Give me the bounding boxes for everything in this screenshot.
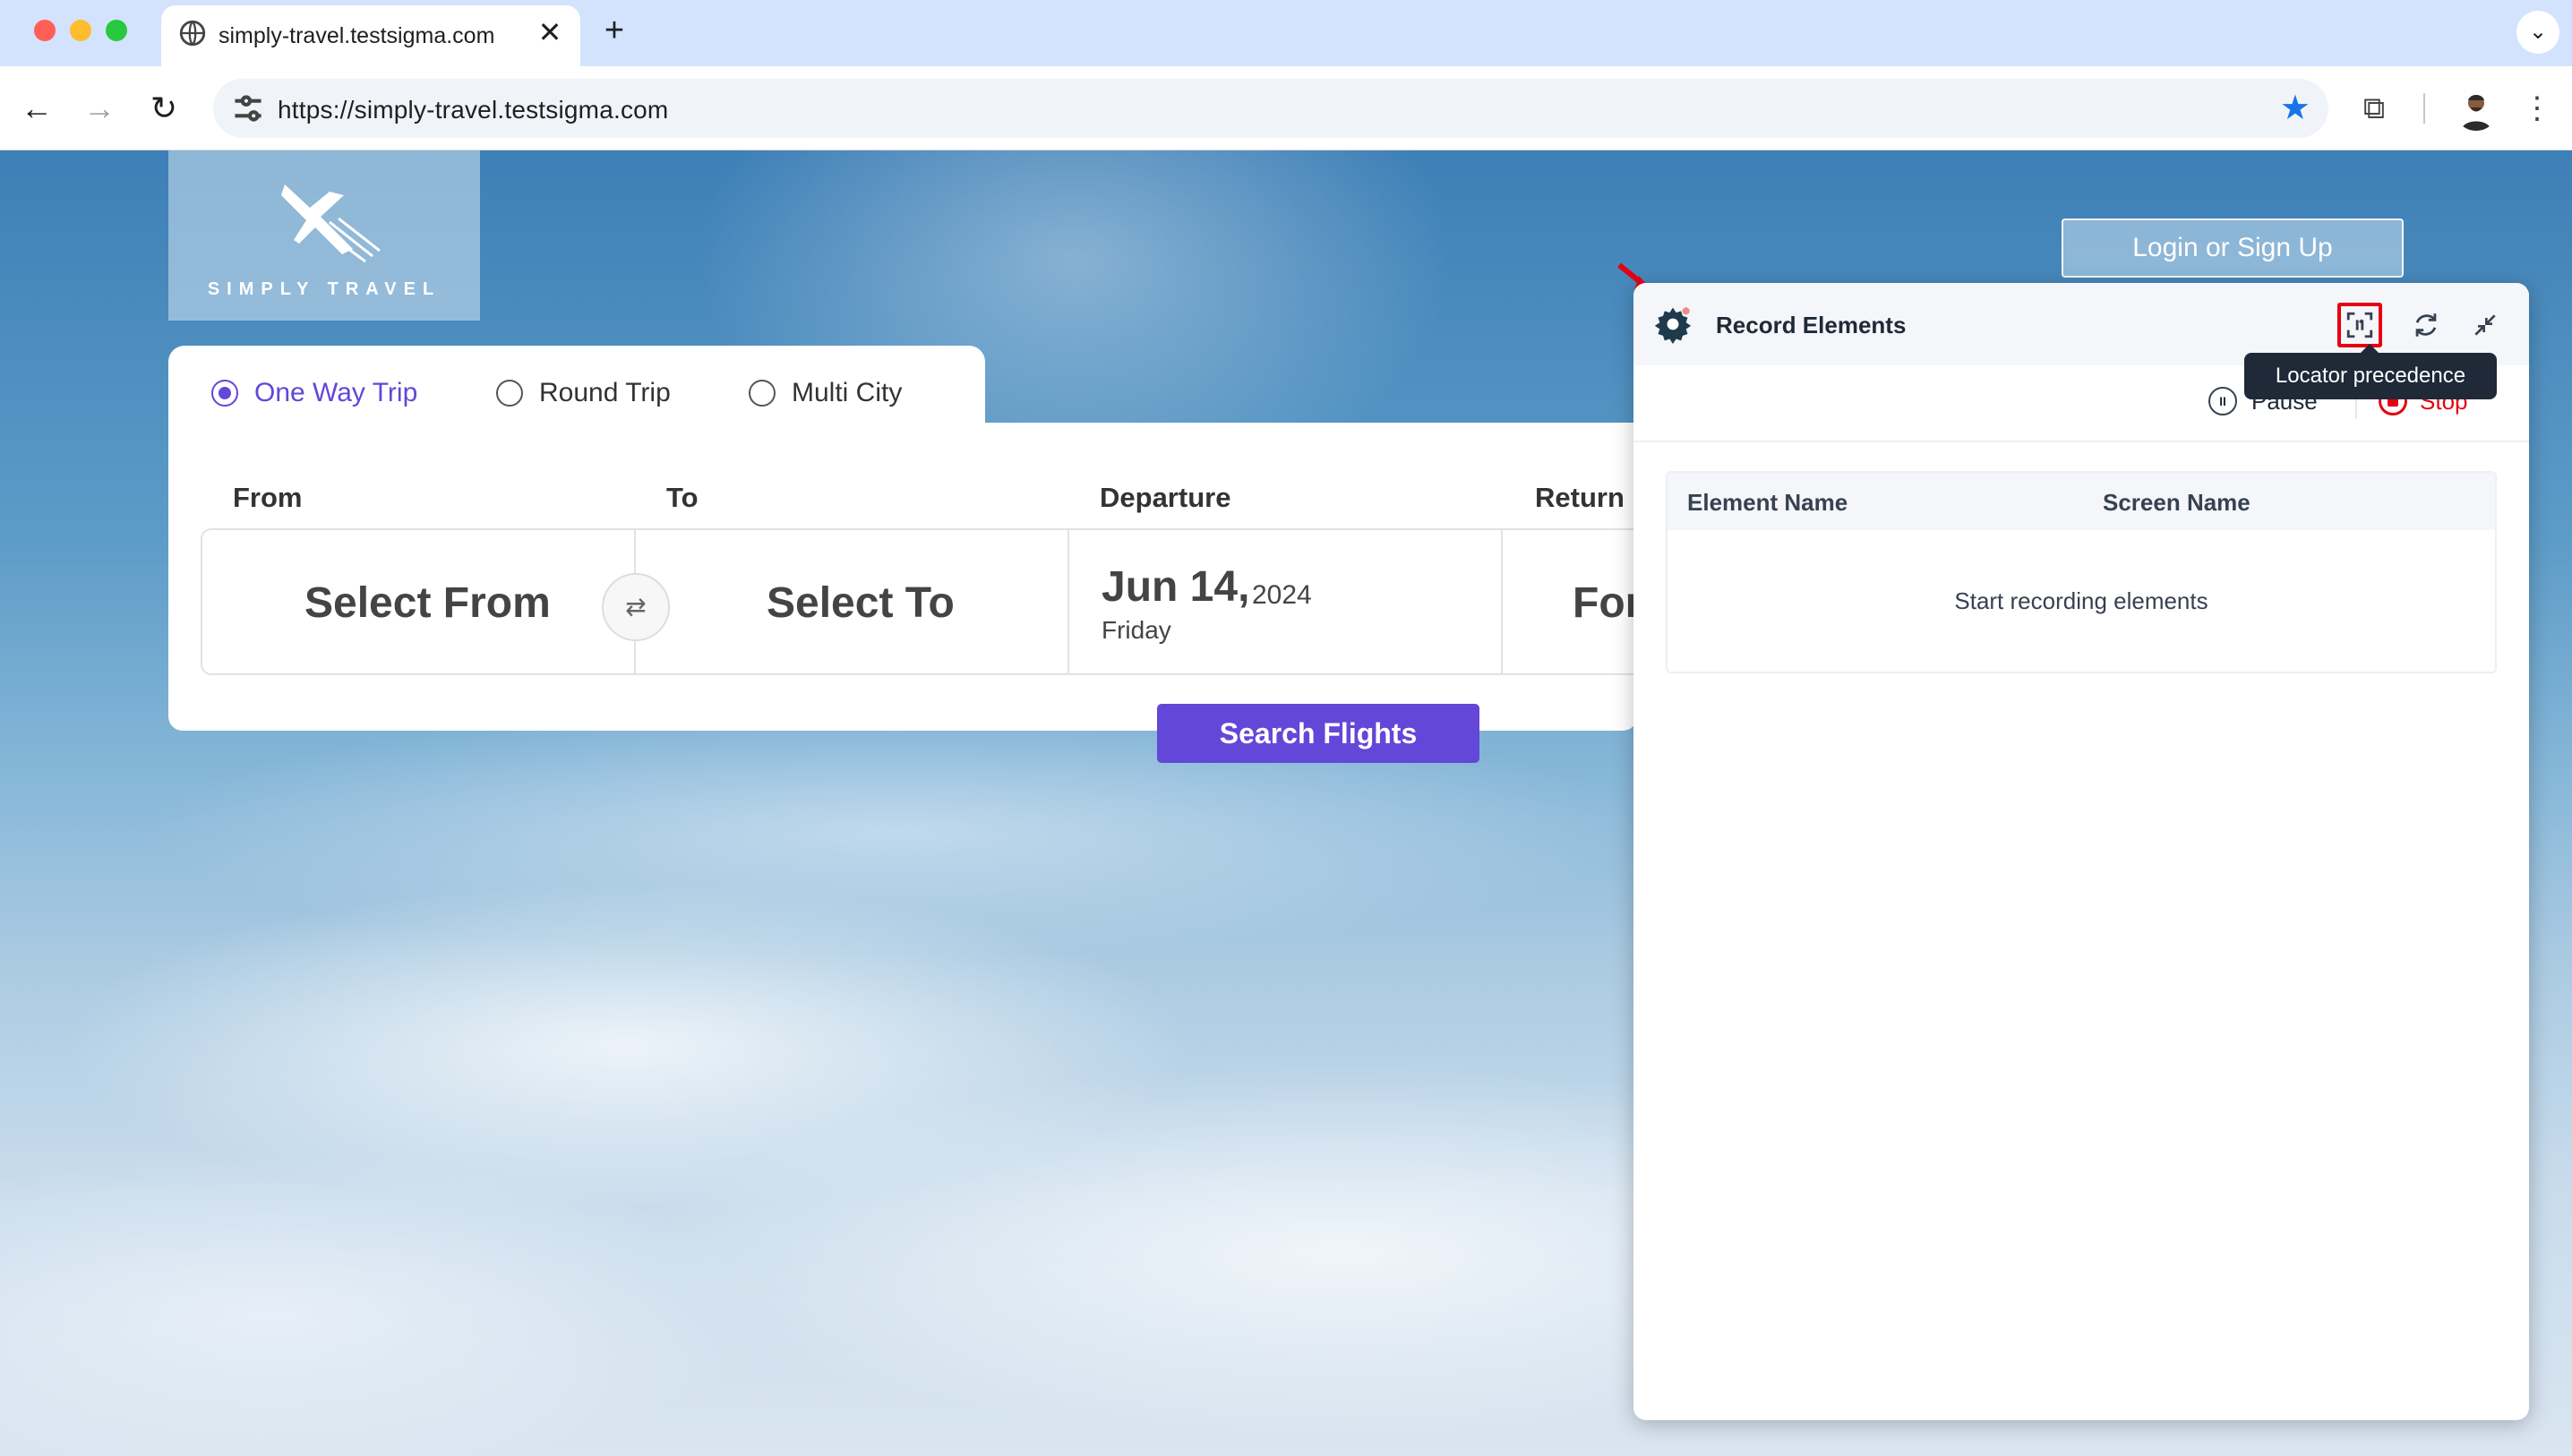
locator-icon [2346,312,2373,338]
search-flights-button[interactable]: Search Flights [1157,704,1479,763]
minimize-panel-button[interactable] [2463,303,2508,347]
maximize-window-button[interactable] [106,20,127,41]
departure-day: Friday [1102,616,1171,644]
to-value: Select To [767,579,955,627]
browser-window: simply-travel.testsigma.com ✕ + ⌄ ← → ↻ … [0,0,2572,1456]
radio-circle [496,380,523,407]
tab-search-button[interactable]: ⌄ [2516,11,2559,54]
radio-circle [211,380,238,407]
address-bar[interactable]: https://simply-travel.testsigma.com ★ [213,79,2328,138]
tab-strip: simply-travel.testsigma.com ✕ + ⌄ [0,0,2572,66]
departure-date: Jun 14, [1102,563,1250,611]
reload-button[interactable]: ↻ [141,86,186,131]
collapse-icon [2474,314,2496,336]
departure-label: Departure [1100,482,1231,513]
search-fields: Select From ⇄ Select To Jun 14, 2024 Fri… [201,528,1723,675]
airplane-icon [281,184,381,263]
brand-name: SIMPLY TRAVEL [207,279,442,299]
column-screen-name: Screen Name [2103,489,2250,516]
url-text[interactable]: https://simply-travel.testsigma.com [278,96,668,124]
empty-state-text: Start recording elements [1954,587,2208,614]
radio-label: One Way Trip [254,378,418,407]
return-label: Return [1535,482,1625,513]
forward-button[interactable]: → [77,86,122,131]
radio-label: Multi City [792,378,903,407]
gear-icon [1654,307,1692,344]
avatar[interactable] [2454,86,2499,131]
pause-icon: II [2208,387,2237,415]
from-value: Select From [304,579,551,627]
flight-search-card: From To Departure Return Select From ⇄ S… [168,423,1723,731]
panel-title: Record Elements [1716,312,1907,338]
toolbar-divider [2423,93,2425,124]
puzzle-icon[interactable]: ⧉ [2350,84,2398,133]
tab-title: simply-travel.testsigma.com [219,23,495,48]
login-signup-button[interactable]: Login or Sign Up [2062,218,2404,278]
browser-tab[interactable]: simply-travel.testsigma.com ✕ [161,5,580,66]
to-field[interactable]: Select To [636,530,1069,673]
radio-one-way-trip[interactable]: One Way Trip [211,378,417,408]
refresh-button[interactable] [2404,303,2448,347]
from-label: From [233,482,303,513]
table-header: Element Name Screen Name [1668,473,2495,530]
close-window-button[interactable] [34,20,56,41]
close-tab-icon[interactable]: ✕ [532,14,568,50]
kebab-menu-icon[interactable]: ⋮ [2513,84,2561,133]
minimize-window-button[interactable] [70,20,91,41]
site-logo[interactable]: SIMPLY TRAVEL [168,150,480,321]
radio-multi-city[interactable]: Multi City [749,378,902,408]
radio-round-trip[interactable]: Round Trip [496,378,671,408]
from-field[interactable]: Select From [202,530,636,673]
back-button[interactable]: ← [14,86,59,131]
departure-year: 2024 [1252,580,1312,610]
column-element-name: Element Name [1687,489,1848,516]
trip-type-selector: One Way Trip Round Trip Multi City [168,346,985,426]
locator-precedence-button[interactable] [2337,303,2382,347]
browser-toolbar: ← → ↻ https://simply-travel.testsigma.co… [0,66,2572,150]
radio-circle [749,380,776,407]
record-elements-panel: Record Elements Locator precedence II Pa… [1633,283,2529,1420]
to-label: To [666,482,699,513]
departure-field[interactable]: Jun 14, 2024 Friday [1069,530,1503,673]
new-tab-button[interactable]: + [595,11,634,50]
refresh-icon [2415,313,2437,337]
globe-icon [179,20,206,47]
radio-label: Round Trip [539,378,671,407]
star-icon[interactable]: ★ [2280,88,2311,129]
locator-precedence-tooltip: Locator precedence [2244,344,2497,399]
return-value: For [1573,579,1642,627]
elements-table: Element Name Screen Name Start recording… [1666,471,2497,673]
tune-icon[interactable] [226,86,270,131]
